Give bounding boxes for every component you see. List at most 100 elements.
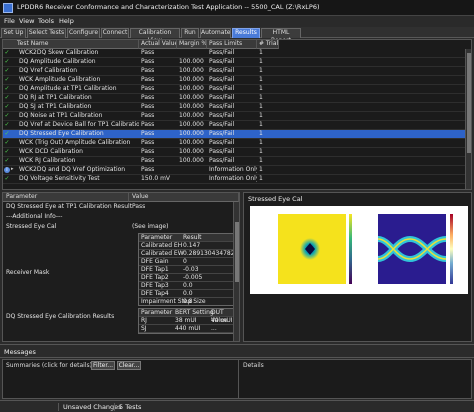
param-value: Pass xyxy=(132,203,146,210)
clear-button[interactable]: Clear... xyxy=(117,361,141,370)
table-row[interactable]: ✓ WCK DCD Calibration Pass 100.000 Pass/Fail… xyxy=(3,148,471,157)
cell-actual: Pass xyxy=(141,148,155,155)
results-table: Test Name Actual Value Margin % Pass Lim… xyxy=(2,39,472,190)
results-scroll-thumb[interactable] xyxy=(467,53,471,153)
params-scrollbar[interactable] xyxy=(233,202,239,341)
tab-html-report[interactable]: HTML Report xyxy=(261,28,301,44)
menu-view[interactable]: View xyxy=(19,17,34,25)
info-icon: i xyxy=(4,167,10,173)
cell-name: WCK2DQ Skew Calibration xyxy=(19,49,99,56)
cell-limits: Pass/Fail xyxy=(209,130,235,137)
mask-param: DFE Tap4 xyxy=(141,290,169,297)
stressed-eye-plots xyxy=(278,214,453,284)
status-tests: 5 Tests xyxy=(114,403,141,411)
tab-configure[interactable]: Configure xyxy=(67,28,100,38)
cell-margin: 100.000 xyxy=(179,157,204,164)
check-icon: ✓ xyxy=(4,94,10,101)
right-colorbar xyxy=(450,214,453,284)
results-scrollbar[interactable] xyxy=(465,49,471,189)
cell-actual: Pass xyxy=(141,157,155,164)
cell-trials: 1 xyxy=(259,148,263,155)
menu-tools[interactable]: Tools xyxy=(38,17,54,25)
tab-automate[interactable]: Automate xyxy=(200,28,231,38)
menu-help[interactable]: Help xyxy=(59,17,74,25)
cell-name: DQ Noise at TP1 Calibration xyxy=(19,112,103,119)
mask-hdr-result: Result xyxy=(183,234,202,241)
cell-limits: Pass/Fail xyxy=(209,94,235,101)
cell-margin xyxy=(177,166,207,174)
check-icon: ✓ xyxy=(4,130,10,137)
table-row[interactable]: ✓ DQ RJ at TP1 Calibration Pass 100.000 Pass… xyxy=(3,94,471,103)
mask-value: 0.0 xyxy=(183,290,193,297)
table-row[interactable]: ✓ DQ Vref Calibration Pass 100.000 Pass/Fail… xyxy=(3,67,471,76)
param-name: Stressed Eye Cal xyxy=(6,223,57,230)
check-icon: ✓ xyxy=(4,103,10,110)
check-icon: ✓ xyxy=(4,157,10,164)
tab-select-tests[interactable]: Select Tests xyxy=(27,28,66,38)
expand-icon[interactable]: ▸ xyxy=(11,166,14,172)
image-panel: Stressed Eye Cal xyxy=(243,192,472,342)
check-icon: ✓ xyxy=(4,121,10,128)
params-scroll-thumb[interactable] xyxy=(235,222,239,282)
col-pass-limits[interactable]: Pass Limits xyxy=(207,40,257,49)
mask-param: DFE Tap3 xyxy=(141,282,169,289)
table-row[interactable]: ✓ DQ SJ at TP1 Calibration Pass 100.000 Pass… xyxy=(3,103,471,112)
cell-limits: Pass/Fail xyxy=(209,121,235,128)
table-row[interactable]: ✓ WCK RJ Calibration Pass 100.000 Pass/Fail 1 xyxy=(3,157,471,166)
bert-table: Parameter BERT Setting DUT Value RJ 38 mUI 4… xyxy=(138,308,238,334)
mask-value: 0.147 xyxy=(183,242,201,249)
cell-actual: Pass xyxy=(141,130,155,137)
table-row[interactable]: ✓ DQ Amplitude at TP1 Calibration Pass 100.… xyxy=(3,85,471,94)
bert-dut: ... xyxy=(211,325,217,332)
cell-limits: Information Only xyxy=(209,175,257,182)
col-test-name[interactable]: Test Name xyxy=(3,40,139,49)
table-row[interactable]: ✓ DQ Stressed Eye Calibration Pass 100.000 P… xyxy=(3,130,471,139)
check-icon: ✓ xyxy=(4,67,10,74)
col-margin[interactable]: Margin % xyxy=(177,40,207,49)
col-trials[interactable]: # Trials xyxy=(257,40,279,49)
param-name: ---Additional Info--- xyxy=(6,213,63,220)
param-value: (See image) xyxy=(132,223,169,230)
cell-actual: Pass xyxy=(141,139,155,146)
cell-margin: 100.000 xyxy=(179,58,204,65)
table-row[interactable]: ✓ WCK2DQ Skew Calibration Pass Pass/Fail 1 xyxy=(3,49,471,58)
cell-margin xyxy=(177,175,207,183)
cell-name: DQ Stressed Eye Calibration xyxy=(19,130,104,137)
table-row[interactable]: ✓ DQ Voltage Sensitivity Test 150.0 mV Info… xyxy=(3,175,471,184)
mask-param: DFE Gain xyxy=(141,258,169,265)
filter-button[interactable]: Filter... xyxy=(91,361,115,370)
table-row[interactable]: ✓ DQ Amplitude Calibration Pass 100.000 Pass… xyxy=(3,58,471,67)
mask-value: -0.03 xyxy=(183,266,199,273)
parameter-panel: Parameter Value DQ Stressed Eye at TP1 C… xyxy=(2,192,240,342)
mask-value: -0.005 xyxy=(183,274,203,281)
tab-set-up[interactable]: Set Up xyxy=(1,28,26,38)
table-row[interactable]: ✓ WCK (Trig Out) Amplitude Calibration Pas… xyxy=(3,139,471,148)
tab-calibration-view[interactable]: Calibration View xyxy=(130,28,180,44)
table-row[interactable]: i ▸ WCK2DQ and DQ Vref Optimization Pass Inf… xyxy=(3,166,471,175)
cell-actual: Pass xyxy=(141,67,155,74)
cell-name: DQ Amplitude at TP1 Calibration xyxy=(19,85,117,92)
tab-run[interactable]: Run xyxy=(181,28,199,38)
col-actual-value[interactable]: Actual Value xyxy=(139,40,177,49)
cell-limits: Pass/Fail xyxy=(209,103,235,110)
cell-trials: 1 xyxy=(259,157,263,164)
check-icon: ✓ xyxy=(4,85,10,92)
tab-connect[interactable]: Connect xyxy=(101,28,129,38)
cell-margin: 100.000 xyxy=(179,121,204,128)
cell-name: DQ Vref Calibration xyxy=(19,67,78,74)
mask-param: DFE Tap1 xyxy=(141,266,169,273)
table-row[interactable]: ✓ DQ Vref at Device Ball for TP1 Calibrat… xyxy=(3,121,471,130)
table-row[interactable]: ✓ DQ Noise at TP1 Calibration Pass 100.000 P… xyxy=(3,112,471,121)
mask-value: 0.8 xyxy=(183,298,193,305)
cell-name: WCK RJ Calibration xyxy=(19,157,76,164)
cell-margin: 100.000 xyxy=(179,76,204,83)
mask-value: 0.28913043478260 xyxy=(183,250,240,257)
check-icon: ✓ xyxy=(4,49,10,56)
cell-actual: Pass xyxy=(141,166,155,173)
menu-file[interactable]: File xyxy=(4,17,15,25)
mask-hdr-parameter: Parameter xyxy=(141,234,173,241)
tab-results[interactable]: Results xyxy=(232,28,260,38)
table-row[interactable]: ✓ WCK Amplitude Calibration Pass 100.000 Pas… xyxy=(3,76,471,85)
status-bar: Unsaved Changes 5 Tests xyxy=(0,400,474,412)
details-label: Details xyxy=(243,362,264,369)
